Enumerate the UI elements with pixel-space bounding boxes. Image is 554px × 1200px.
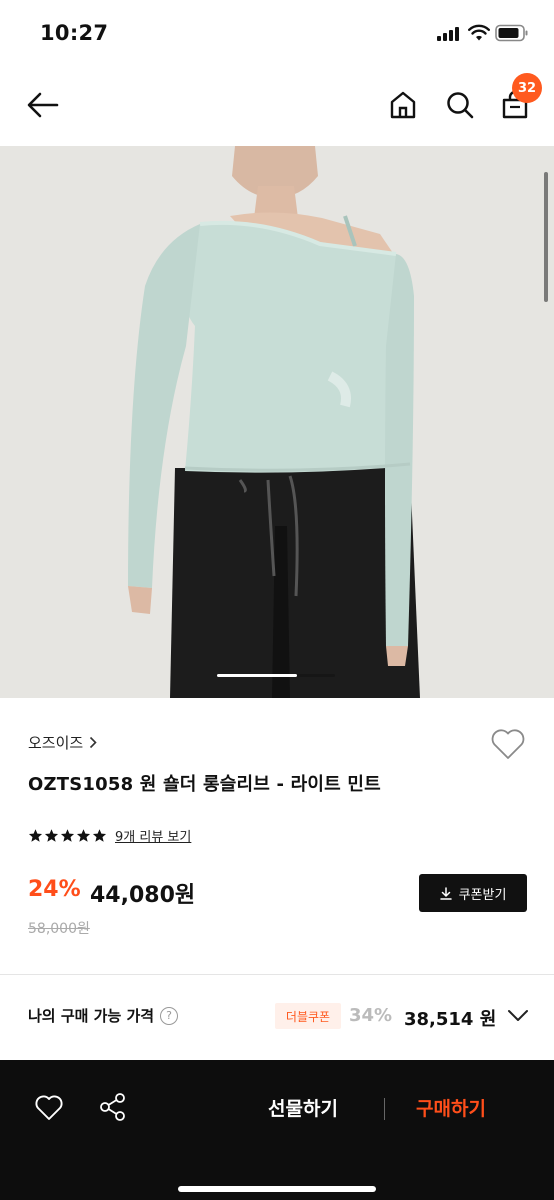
original-price: 58,000원 <box>28 921 90 937</box>
image-carousel-indicator[interactable] <box>217 674 335 677</box>
product-name: OZTS1058 원 숄더 롱슬리브 - 라이트 민트 <box>28 774 381 795</box>
product-image[interactable] <box>0 146 554 698</box>
star-icon <box>28 829 43 842</box>
discount-rate: 24% <box>28 877 81 902</box>
my-price-label: 나의 구매 가능 가격 ? <box>28 1005 179 1026</box>
cart-count-badge: 32 <box>512 73 542 103</box>
chevron-down-icon[interactable] <box>507 1009 529 1023</box>
rating-stars <box>28 828 107 843</box>
search-icon[interactable] <box>445 90 475 120</box>
wishlist-heart-icon[interactable] <box>490 727 526 761</box>
battery-icon <box>495 24 528 42</box>
bottom-action-bar: 선물하기 구매하기 <box>0 1060 554 1200</box>
double-coupon-badge: 더블쿠폰 <box>275 1003 341 1029</box>
scrollbar[interactable] <box>544 172 548 302</box>
star-icon <box>92 829 107 842</box>
model-photo <box>0 146 554 698</box>
help-question-icon[interactable]: ? <box>160 1006 179 1025</box>
star-icon <box>44 829 59 842</box>
my-price-value: 38,514 원 <box>404 1009 497 1030</box>
share-icon[interactable] <box>98 1092 128 1122</box>
star-icon <box>76 829 91 842</box>
brand-link[interactable]: 오즈이즈 <box>28 732 97 753</box>
home-icon[interactable] <box>389 90 417 120</box>
status-bar: 10:27 <box>0 0 554 66</box>
rating-row: 9개 리뷰 보기 <box>28 826 191 845</box>
coupon-download-button[interactable]: 쿠폰받기 <box>419 874 527 912</box>
status-time: 10:27 <box>40 21 109 45</box>
my-price-discount: 34% <box>349 1005 393 1026</box>
brand-name: 오즈이즈 <box>28 734 84 752</box>
wishlist-heart-icon[interactable] <box>34 1094 64 1122</box>
button-separator <box>384 1098 385 1120</box>
download-icon <box>439 886 452 900</box>
buy-button[interactable]: 구매하기 <box>416 1094 486 1121</box>
gift-button[interactable]: 선물하기 <box>268 1094 338 1121</box>
my-price-label-text: 나의 구매 가능 가격 <box>28 1007 155 1025</box>
home-indicator <box>178 1186 376 1192</box>
chevron-right-icon <box>90 736 97 749</box>
wifi-icon <box>468 24 490 41</box>
coupon-button-label: 쿠폰받기 <box>458 887 507 903</box>
cellular-signal-icon <box>437 27 463 41</box>
star-icon <box>60 829 75 842</box>
back-arrow-icon[interactable] <box>26 91 60 119</box>
carousel-active-segment <box>217 674 297 677</box>
sale-price: 44,080원 <box>90 883 196 908</box>
section-divider <box>0 974 554 975</box>
top-nav <box>0 66 554 146</box>
review-link[interactable]: 9개 리뷰 보기 <box>115 826 191 845</box>
